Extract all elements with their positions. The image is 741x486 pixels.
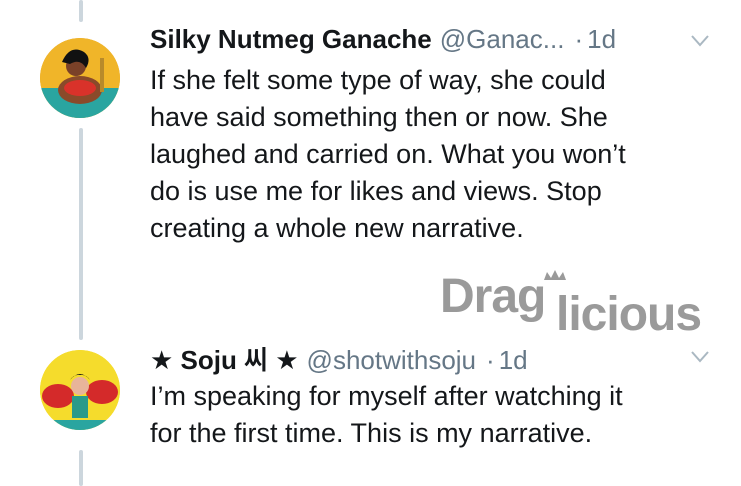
display-name[interactable]: ★ Soju 씨 ★ [150, 340, 299, 377]
avatar-silky-image [40, 38, 120, 118]
avatar[interactable] [40, 350, 120, 430]
handle[interactable]: @Ganac... [440, 24, 565, 55]
tweet-text: If she felt some type of way, she could … [150, 62, 720, 247]
tweet-text-line: do is use me for likes and views. Stop [150, 176, 602, 206]
separator-dot: · [574, 24, 584, 54]
dragilicious-watermark: Drag licious [440, 270, 702, 338]
chevron-down-icon[interactable] [690, 350, 710, 364]
tweet-text-line: for the first time. This is my narrative… [150, 418, 593, 448]
avatar[interactable] [40, 38, 120, 118]
tweet-text: I’m speaking for myself after watching i… [150, 378, 720, 452]
handle[interactable]: @shotwithsoju [307, 345, 476, 376]
chevron-down-icon[interactable] [690, 34, 710, 48]
separator-dot: · [486, 345, 495, 375]
avatar-soju-image [40, 350, 120, 430]
tweet-text-line: I’m speaking for myself after watching i… [150, 381, 623, 411]
tweet-text-line: creating a whole new narrative. [150, 213, 524, 243]
tweet-text-line: If she felt some type of way, she could [150, 65, 606, 95]
tweet-text-line: have said something then or now. She [150, 102, 608, 132]
thread-line-bottom [79, 450, 83, 486]
tweet-header: Silky Nutmeg Ganache @Ganac... · 1d [150, 24, 616, 55]
thread-line-top [79, 0, 83, 22]
display-name[interactable]: Silky Nutmeg Ganache [150, 24, 432, 55]
timestamp[interactable]: 1d [499, 345, 528, 376]
crown-icon [544, 270, 566, 280]
tweet-header: ★ Soju 씨 ★ @shotwithsoju · 1d [150, 340, 528, 377]
timestamp[interactable]: 1d [587, 24, 616, 55]
watermark-left-text: Drag [440, 270, 545, 323]
tweet-text-line: laughed and carried on. What you won’t [150, 139, 626, 169]
watermark-right-text: licious [556, 288, 701, 338]
thread-line-middle [79, 128, 83, 340]
